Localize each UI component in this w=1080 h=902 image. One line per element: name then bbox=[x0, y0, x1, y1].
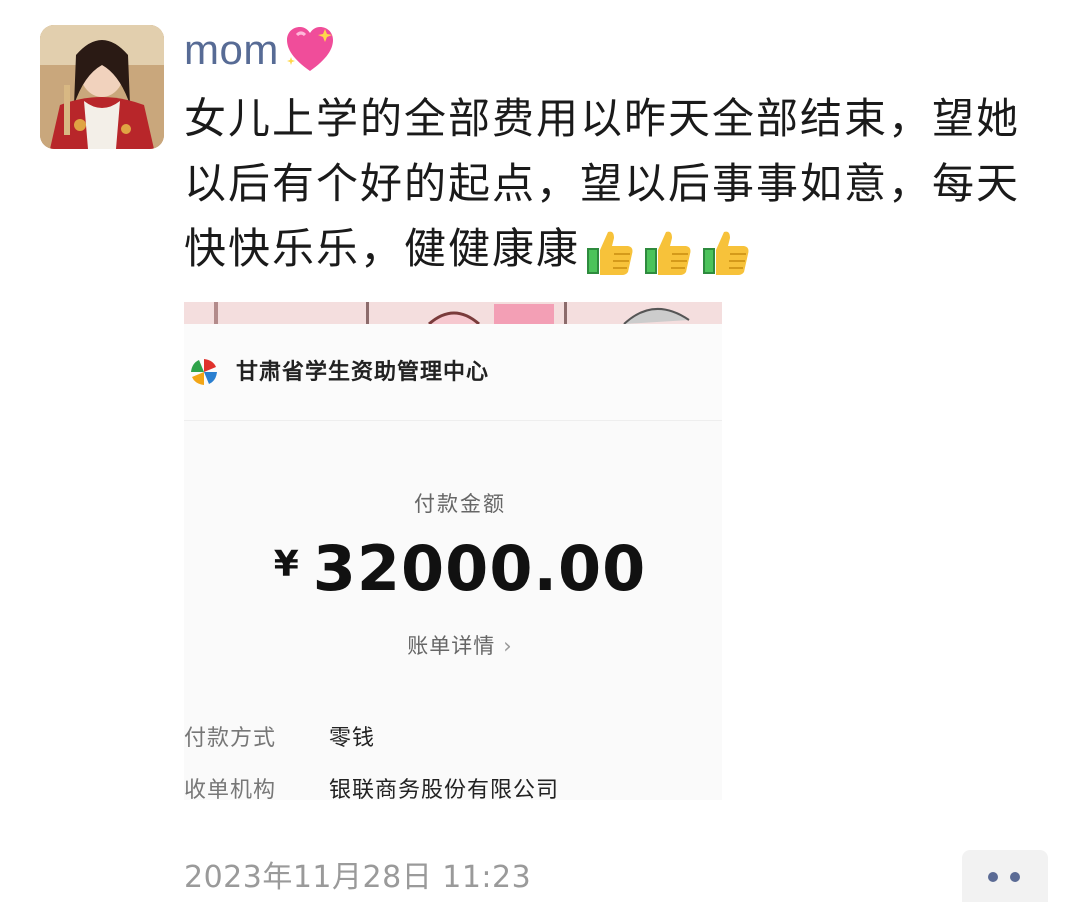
acquirer-value: 银联商务股份有限公司 bbox=[329, 778, 560, 800]
acquirer-row: 收单机构 银联商务股份有限公司 bbox=[184, 772, 559, 800]
amount-value: 32000.00 bbox=[312, 532, 647, 605]
organization-name: 甘肃省学生资助管理中心 bbox=[236, 359, 490, 385]
amount-label: 付款金额 bbox=[414, 492, 506, 516]
chevron-right-icon: › bbox=[503, 634, 513, 658]
receipt-top-strip bbox=[184, 302, 722, 324]
post-timestamp: 2023年11月28日 11:23 bbox=[184, 860, 532, 895]
more-dot-icon bbox=[1010, 872, 1020, 882]
thumbs-up-group bbox=[584, 226, 752, 278]
bill-details-label: 账单详情 bbox=[407, 634, 496, 658]
thumbs-up-icon bbox=[587, 231, 633, 275]
payment-method-label: 付款方式 bbox=[184, 726, 277, 751]
sparkling-heart-icon bbox=[283, 23, 337, 77]
payment-method-row: 付款方式 零钱 bbox=[184, 720, 375, 752]
thumbs-up-icon bbox=[703, 231, 749, 275]
bill-details-link[interactable]: 账单详情 › bbox=[184, 630, 722, 660]
thumbs-up-icon bbox=[645, 231, 691, 275]
more-options-button[interactable] bbox=[962, 850, 1048, 902]
currency-symbol: ¥ bbox=[273, 544, 299, 585]
receipt-image[interactable]: 甘肃省学生资助管理中心 付款金额 ¥32000.00 账单详情 › 付款方式 零钱 … bbox=[184, 302, 722, 800]
author-name-text: mom bbox=[184, 26, 279, 73]
post-message: 女儿上学的全部费用以昨天全部结束，望她以后有个好的起点，望以后事事如意，每天快快… bbox=[184, 86, 1034, 281]
payment-method-value: 零钱 bbox=[329, 726, 376, 751]
more-dot-icon bbox=[988, 872, 998, 882]
payment-amount: ¥32000.00 bbox=[184, 532, 722, 605]
acquirer-label: 收单机构 bbox=[184, 778, 277, 800]
author-name[interactable]: mom bbox=[184, 22, 337, 78]
receipt-header: 甘肃省学生资助管理中心 bbox=[184, 324, 722, 421]
organization-logo-icon bbox=[191, 359, 217, 385]
avatar-image bbox=[40, 25, 164, 149]
avatar[interactable] bbox=[40, 25, 164, 149]
